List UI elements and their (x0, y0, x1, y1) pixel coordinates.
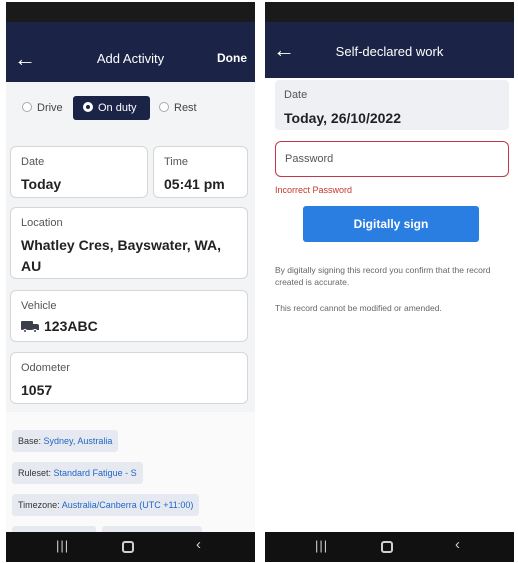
time-value: 05:41 pm (164, 176, 225, 192)
tab-drive[interactable]: Drive (22, 96, 63, 120)
truck-icon (21, 321, 39, 333)
back-chevron-icon[interactable]: ‹ (455, 536, 460, 553)
vehicle-value: 123ABC (44, 318, 98, 334)
add-activity-screen: ← Add Activity Done Drive On duty Rest D… (6, 2, 255, 562)
radio-icon (159, 102, 169, 112)
password-error-message: Incorrect Password (275, 185, 353, 195)
timezone-chip: Timezone: Australia/Canberra (UTC +11:00… (12, 494, 200, 516)
date-field[interactable]: Date Today (10, 146, 148, 198)
ruleset-link[interactable]: Standard Fatigue - S (54, 468, 137, 478)
activity-type-selector: Drive On duty Rest (22, 96, 247, 122)
confirmation-note: By digitally signing this record you con… (275, 265, 491, 287)
timezone-label: Timezone: (18, 500, 62, 510)
home-icon[interactable] (122, 541, 134, 553)
tab-label: Drive (37, 102, 63, 114)
tab-rest[interactable]: Rest (159, 96, 197, 120)
system-nav-bar: ||| ‹ (265, 532, 514, 562)
recents-icon[interactable]: ||| (56, 538, 69, 553)
back-chevron-icon[interactable]: ‹ (196, 536, 201, 553)
home-icon[interactable] (381, 541, 393, 553)
system-nav-bar: ||| ‹ (6, 532, 255, 562)
tab-label: On duty (98, 102, 137, 114)
date-label: Date (284, 89, 308, 101)
odometer-field[interactable]: Odometer 1057 (10, 352, 248, 404)
location-label: Location (21, 217, 63, 229)
location-field[interactable]: Location Whatley Cres, Bayswater, WA, AU (10, 207, 248, 279)
timezone-link[interactable]: Australia/Canberra (UTC +11:00) (62, 500, 194, 510)
digitally-sign-button[interactable]: Digitally sign (303, 206, 479, 242)
date-value: Today, 26/10/2022 (284, 110, 401, 126)
odometer-label: Odometer (21, 362, 70, 374)
vehicle-label: Vehicle (21, 300, 57, 312)
time-label: Time (164, 156, 189, 168)
tab-on-duty[interactable]: On duty (73, 96, 150, 120)
sign-form: Date Today, 26/10/2022 Incorrect Passwor… (265, 78, 514, 532)
app-header: ← Self-declared work (265, 22, 514, 78)
base-link[interactable]: Sydney, Australia (44, 436, 113, 446)
page-title: Self-declared work (335, 44, 444, 59)
time-field[interactable]: Time 05:41 pm (153, 146, 248, 198)
odometer-value: 1057 (21, 382, 53, 398)
vehicle-field[interactable]: Vehicle 123ABC (10, 290, 248, 342)
date-display: Date Today, 26/10/2022 (275, 80, 509, 130)
activity-info-list: Base: Sydney, Australia Ruleset: Standar… (6, 412, 255, 534)
radio-selected-icon (83, 102, 93, 112)
app-header: ← Add Activity Done (6, 22, 255, 82)
recents-icon[interactable]: ||| (315, 538, 328, 553)
radio-icon (22, 102, 32, 112)
done-button[interactable]: Done (217, 51, 247, 65)
location-value: Whatley Cres, Bayswater, WA, AU (21, 237, 221, 274)
immutability-note: This record cannot be modified or amende… (275, 303, 442, 313)
tab-label: Rest (174, 102, 197, 114)
self-declared-work-screen: ← Self-declared work Date Today, 26/10/2… (265, 2, 514, 562)
date-value: Today (21, 176, 62, 192)
ruleset-chip: Ruleset: Standard Fatigue - S (12, 462, 143, 484)
base-label: Base: (18, 436, 44, 446)
ruleset-label: Ruleset: (18, 468, 54, 478)
status-bar (6, 2, 255, 22)
base-chip: Base: Sydney, Australia (12, 430, 119, 452)
password-input[interactable] (275, 141, 509, 177)
status-bar (265, 2, 514, 22)
date-label: Date (21, 156, 45, 168)
